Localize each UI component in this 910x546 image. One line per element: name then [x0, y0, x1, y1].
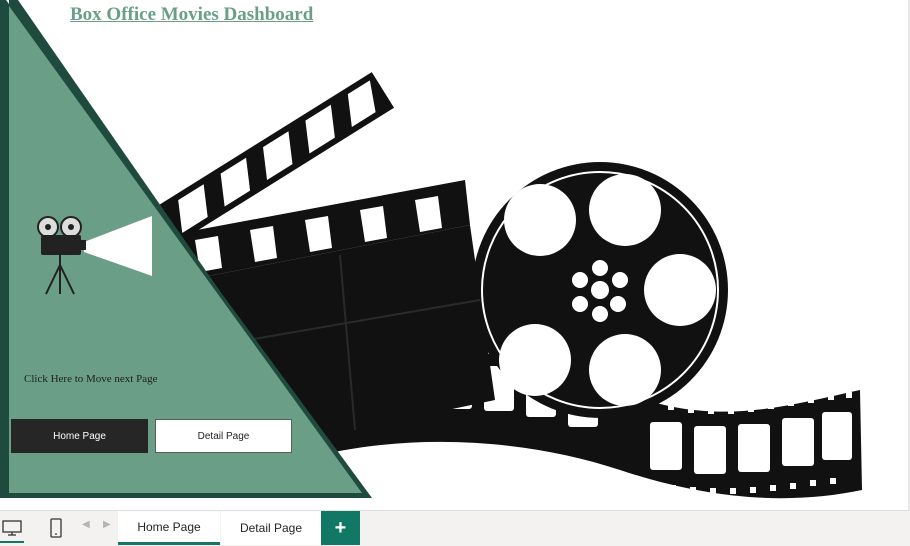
chevron-right-icon[interactable]: ▶ — [103, 519, 111, 530]
movie-projector-icon — [37, 216, 152, 295]
film-reel-icon — [472, 162, 728, 418]
home-page-button[interactable]: Home Page — [11, 419, 148, 453]
desktop-icon[interactable] — [0, 515, 24, 543]
report-canvas: Box Office Movies Dashboard Click Here t… — [0, 0, 910, 510]
add-page-button[interactable]: + — [321, 511, 360, 545]
detail-page-button[interactable]: Detail Page — [155, 419, 292, 453]
phone-icon[interactable] — [44, 515, 68, 541]
page-tab-bar: ◀ ▶ Home Page Detail Page + — [0, 510, 910, 546]
chevron-left-icon[interactable]: ◀ — [82, 519, 90, 530]
tab-detail-page[interactable]: Detail Page — [221, 511, 321, 545]
page-title: Box Office Movies Dashboard — [70, 4, 314, 25]
tab-home-page[interactable]: Home Page — [118, 511, 220, 545]
navigation-hint: Click Here to Move next Page — [24, 373, 158, 385]
